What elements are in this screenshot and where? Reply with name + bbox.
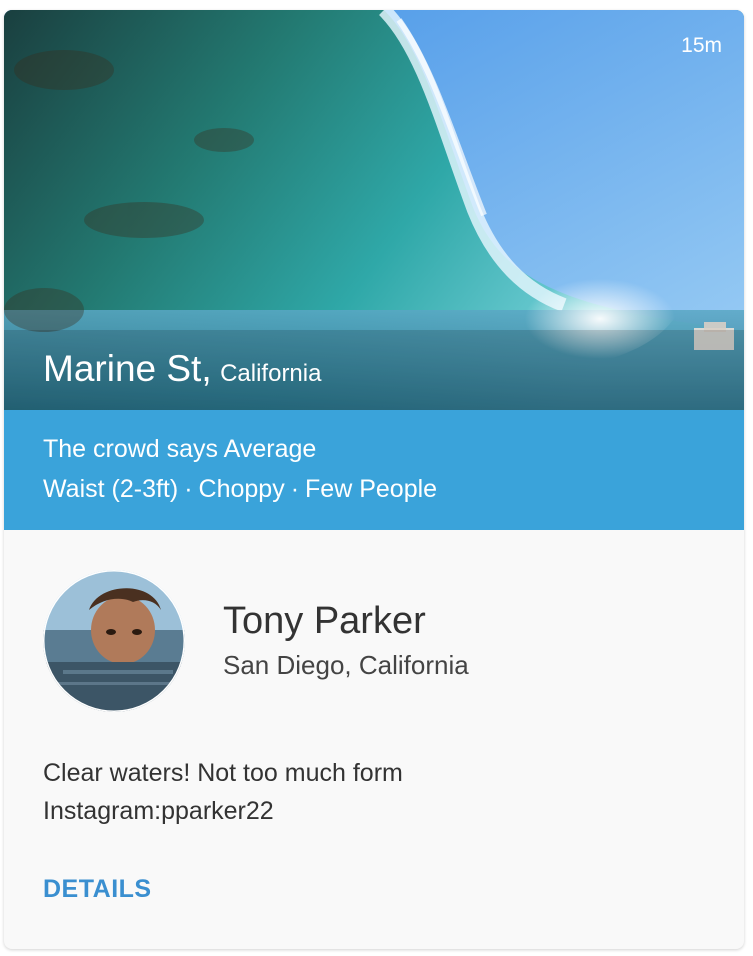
avatar-photo [43,570,185,712]
details-link[interactable]: DETAILS [43,875,152,904]
wave-height: Waist (2-3ft) [43,475,179,503]
report-comment: Clear waters! Not too much form Instagra… [43,754,403,830]
wave-photo: 15m Marine St, California [4,10,744,410]
crowd-rating: The crowd says Average [43,435,317,463]
post-time: 15m [681,34,722,57]
user-name[interactable]: Tony Parker [223,600,426,643]
crowd-report-bar: The crowd says Average Waist (2-3ft) · Cho… [4,410,744,530]
spot-region: California [220,360,322,387]
separator: · [290,475,300,503]
avatar[interactable] [43,570,185,712]
spot-title: Marine St, California [43,348,321,390]
separator: · [184,475,193,503]
crowd-level: Few People [305,475,438,503]
spot-name: Marine St, [43,348,212,389]
surf-report-card: 15m Marine St, California The crowd says… [4,10,744,949]
conditions-summary: Waist (2-3ft) · Choppy · Few People [43,475,437,504]
surface-condition: Choppy [198,475,285,503]
comment-line: Instagram:pparker22 [43,797,274,825]
card-body: Tony Parker San Diego, California Clear … [4,530,744,949]
user-location: San Diego, California [223,650,469,680]
comment-line: Clear waters! Not too much form [43,759,403,787]
